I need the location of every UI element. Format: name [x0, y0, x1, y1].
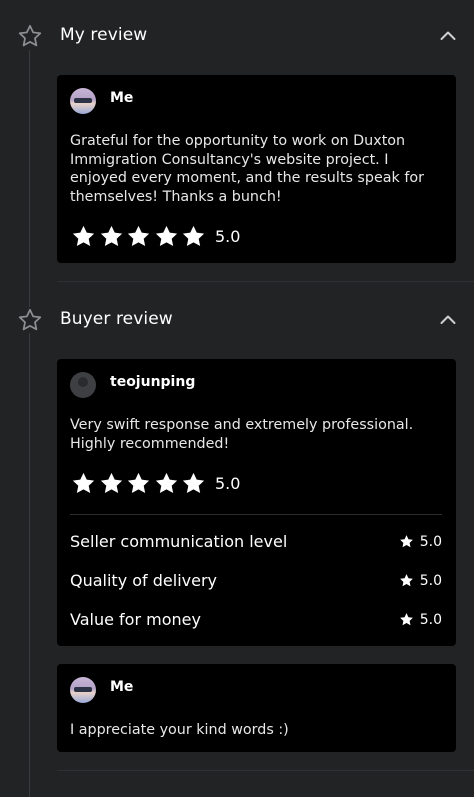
review-text: Grateful for the opportunity to work on …: [70, 133, 424, 205]
review-text: Very swift response and extremely profes…: [70, 417, 414, 452]
avatar: [70, 677, 96, 703]
buyer-review-header[interactable]: Buyer review: [0, 300, 474, 340]
star-icon: [72, 472, 95, 493]
review-author: teojunping: [70, 372, 195, 398]
breakdown-score: 5.0: [399, 612, 442, 628]
star-icon: [399, 535, 413, 548]
breakdown-row: Value for money 5.0: [70, 610, 442, 629]
breakdown-row: Quality of delivery 5.0: [70, 571, 442, 590]
reply-text: I appreciate your kind words :): [70, 722, 289, 738]
breakdown-label: Quality of delivery: [70, 571, 218, 590]
score-value: 5.0: [419, 572, 442, 589]
review-author: Me: [70, 88, 133, 114]
star-icon: [155, 472, 177, 493]
breakdown-row: Seller communication level 5.0: [70, 532, 442, 551]
review-author: Me: [70, 677, 133, 703]
score-value: 5.0: [419, 533, 442, 550]
author-name: teojunping: [110, 374, 196, 390]
chevron-up-icon[interactable]: [438, 26, 458, 46]
buyer-review-card: teojunping Very swift response and extre…: [57, 359, 456, 646]
star-icon: [72, 225, 95, 246]
star-icon: [183, 472, 205, 493]
star-icon: [100, 472, 122, 493]
chevron-up-icon[interactable]: [438, 310, 458, 330]
avatar: [70, 372, 96, 398]
divider: [70, 514, 442, 515]
divider: [57, 281, 474, 282]
star-icon: [399, 574, 413, 587]
timeline-line: [29, 50, 30, 797]
star-icon: [155, 225, 177, 246]
breakdown-label: Seller communication level: [70, 532, 288, 551]
score-value: 5.0: [419, 611, 442, 628]
author-name: Me: [110, 679, 134, 695]
section-title: My review: [60, 25, 148, 45]
my-review-card: Me Grateful for the opportunity to work …: [57, 75, 456, 263]
star-icon: [183, 225, 205, 246]
breakdown-score: 5.0: [399, 573, 442, 589]
divider: [57, 770, 474, 771]
star-outline-icon: [17, 23, 43, 49]
author-name: Me: [110, 90, 134, 106]
star-icon: [128, 225, 150, 246]
reply-card: Me I appreciate your kind words :): [57, 664, 456, 752]
avatar: [70, 88, 96, 114]
rating-value: 5.0: [214, 474, 241, 493]
breakdown-score: 5.0: [399, 534, 442, 550]
star-icon: [100, 225, 122, 246]
breakdown-label: Value for money: [70, 610, 201, 629]
star-rating: 5.0: [71, 471, 240, 496]
my-review-header[interactable]: My review: [0, 16, 474, 56]
section-title: Buyer review: [60, 309, 173, 329]
star-outline-icon: [17, 307, 43, 333]
star-icon: [128, 472, 150, 493]
star-rating: 5.0: [71, 224, 240, 249]
star-icon: [399, 613, 413, 626]
rating-value: 5.0: [214, 227, 241, 246]
